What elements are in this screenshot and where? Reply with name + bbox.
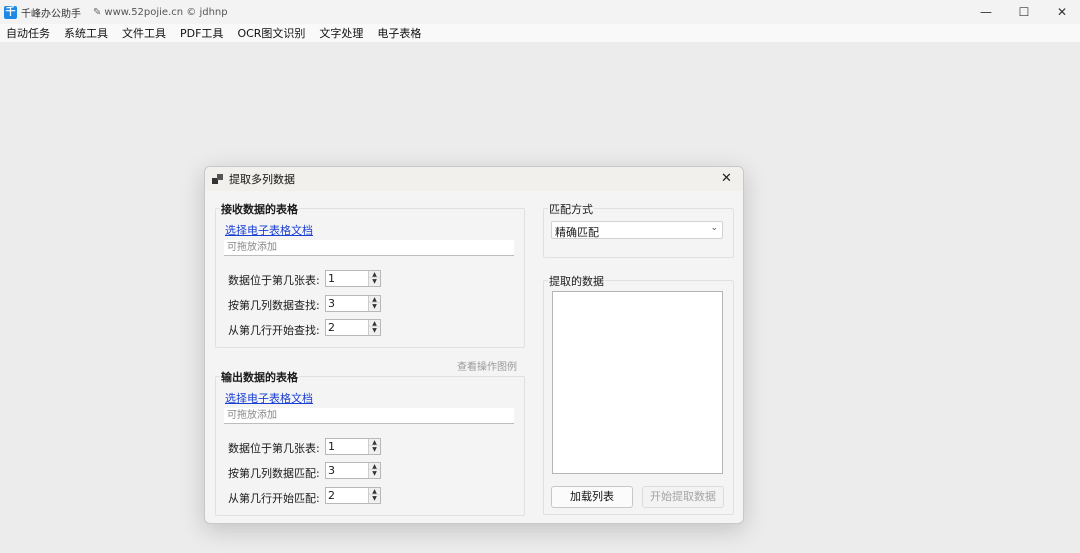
output-group-title: 输出数据的表格 [220, 369, 299, 385]
minimize-button[interactable]: — [968, 0, 1004, 24]
stepper-up-icon[interactable]: ▲ [369, 488, 380, 495]
maximize-button[interactable]: ☐ [1006, 0, 1042, 24]
output-row-value[interactable]: 2 [328, 489, 335, 502]
stepper-up-icon[interactable]: ▲ [369, 320, 380, 327]
menu-pdf-tools[interactable]: PDF工具 [173, 25, 230, 41]
receive-row-stepper[interactable]: 2 ▲ ▼ [325, 319, 381, 336]
pin-icon: ✎ [93, 6, 102, 18]
stepper-down-icon[interactable]: ▼ [369, 470, 380, 477]
stepper-buttons: ▲ ▼ [368, 488, 380, 503]
match-mode-value: 精确匹配 [555, 226, 599, 239]
view-example-link[interactable]: 查看操作图例 [457, 358, 517, 373]
maximize-icon: ☐ [1018, 5, 1030, 19]
close-icon: ✕ [1056, 5, 1068, 19]
receive-group-title: 接收数据的表格 [220, 201, 299, 217]
receive-column-label: 按第几列数据查找: [228, 299, 320, 312]
app-subtitle: www.52pojie.cn © jdhnp [104, 6, 228, 18]
window-titlebar: 千 千峰办公助手 ✎ www.52pojie.cn © jdhnp — ☐ ✕ [0, 0, 1080, 24]
app-title: 千峰办公助手 [21, 8, 81, 20]
extracted-data-list[interactable] [552, 291, 723, 474]
extract-columns-dialog: 提取多列数据 ✕ 接收数据的表格 选择电子表格文档 可拖放添加 数据位于第几张表… [204, 166, 744, 524]
match-mode-select[interactable]: 精确匹配 ⌄ [551, 221, 723, 239]
receive-sheet-stepper[interactable]: 1 ▲ ▼ [325, 270, 381, 287]
start-extract-button[interactable]: 开始提取数据 [642, 486, 724, 508]
stepper-buttons: ▲ ▼ [368, 439, 380, 454]
stepper-buttons: ▲ ▼ [368, 296, 380, 311]
receive-sheet-value[interactable]: 1 [328, 272, 335, 285]
stepper-buttons: ▲ ▼ [368, 320, 380, 335]
receive-column-stepper[interactable]: 3 ▲ ▼ [325, 295, 381, 312]
stepper-buttons: ▲ ▼ [368, 463, 380, 478]
stepper-up-icon[interactable]: ▲ [369, 439, 380, 446]
load-list-button[interactable]: 加载列表 [551, 486, 633, 508]
stepper-up-icon[interactable]: ▲ [369, 463, 380, 470]
output-row-stepper[interactable]: 2 ▲ ▼ [325, 487, 381, 504]
close-window-button[interactable]: ✕ [1044, 0, 1080, 24]
menu-system-tools[interactable]: 系统工具 [57, 25, 115, 41]
dialog-title: 提取多列数据 [229, 173, 295, 186]
output-sheet-value[interactable]: 1 [328, 440, 335, 453]
extracted-group-title: 提取的数据 [548, 273, 605, 289]
output-sheet-stepper[interactable]: 1 ▲ ▼ [325, 438, 381, 455]
output-column-value[interactable]: 3 [328, 464, 335, 477]
menu-text-processing[interactable]: 文字处理 [312, 25, 370, 41]
output-drop-field[interactable]: 可拖放添加 [224, 408, 514, 424]
stepper-up-icon[interactable]: ▲ [369, 296, 380, 303]
receive-column-value[interactable]: 3 [328, 297, 335, 310]
stepper-down-icon[interactable]: ▼ [369, 303, 380, 310]
output-column-stepper[interactable]: 3 ▲ ▼ [325, 462, 381, 479]
menu-spreadsheet[interactable]: 电子表格 [370, 25, 428, 41]
stepper-down-icon[interactable]: ▼ [369, 278, 380, 285]
output-select-file-link[interactable]: 选择电子表格文档 [225, 390, 313, 406]
dialog-app-icon [212, 173, 224, 185]
stepper-up-icon[interactable]: ▲ [369, 271, 380, 278]
output-row-label: 从第几行开始匹配: [228, 492, 320, 505]
receive-select-file-link[interactable]: 选择电子表格文档 [225, 222, 313, 238]
menu-ocr[interactable]: OCR图文识别 [230, 25, 312, 41]
receive-row-label: 从第几行开始查找: [228, 324, 320, 337]
chevron-down-icon: ⌄ [710, 223, 718, 233]
stepper-down-icon[interactable]: ▼ [369, 446, 380, 453]
output-sheet-label: 数据位于第几张表: [228, 442, 320, 455]
menu-auto-task[interactable]: 自动任务 [0, 25, 57, 41]
output-column-label: 按第几列数据匹配: [228, 467, 320, 480]
receive-drop-field[interactable]: 可拖放添加 [224, 240, 514, 256]
stepper-buttons: ▲ ▼ [368, 271, 380, 286]
dialog-titlebar: 提取多列数据 ✕ [205, 167, 743, 191]
menu-file-tools[interactable]: 文件工具 [115, 25, 173, 41]
receive-sheet-label: 数据位于第几张表: [228, 274, 320, 287]
receive-row-value[interactable]: 2 [328, 321, 335, 334]
app-logo-icon: 千 [4, 5, 17, 19]
stepper-down-icon[interactable]: ▼ [369, 327, 380, 334]
stepper-down-icon[interactable]: ▼ [369, 495, 380, 502]
minimize-icon: — [980, 5, 992, 19]
dialog-close-button[interactable]: ✕ [721, 171, 732, 186]
menu-bar: 自动任务 系统工具 文件工具 PDF工具 OCR图文识别 文字处理 电子表格 [0, 24, 1080, 42]
match-group-title: 匹配方式 [548, 201, 594, 217]
